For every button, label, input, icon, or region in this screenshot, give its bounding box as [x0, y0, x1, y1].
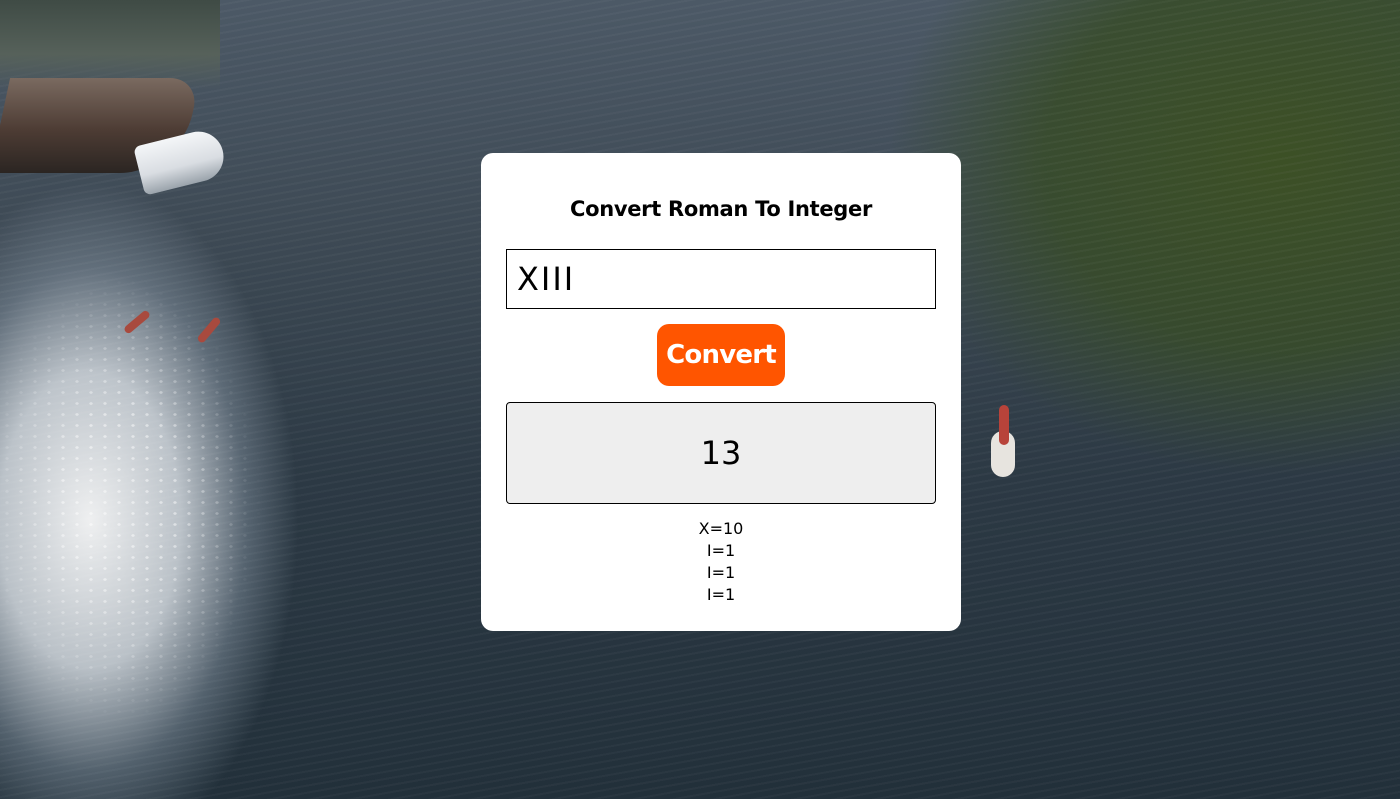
- breakdown-item: I=1: [706, 563, 736, 582]
- breakdown-list: X=10 I=1 I=1 I=1: [481, 518, 961, 606]
- paddleboarder: [991, 405, 1017, 477]
- convert-button[interactable]: Convert: [657, 324, 785, 386]
- breakdown-item: I=1: [706, 585, 736, 604]
- page-title: Convert Roman To Integer: [569, 197, 873, 221]
- result-box: 13: [506, 402, 936, 504]
- converter-card: Convert Roman To Integer Convert 13 X=10…: [481, 153, 961, 631]
- result-value: 13: [700, 434, 742, 472]
- breakdown-item: X=10: [698, 519, 744, 538]
- riverbank-left: [0, 0, 220, 90]
- roman-numeral-input[interactable]: [506, 249, 936, 309]
- sun-glare: [0, 200, 380, 799]
- breakdown-item: I=1: [706, 541, 736, 560]
